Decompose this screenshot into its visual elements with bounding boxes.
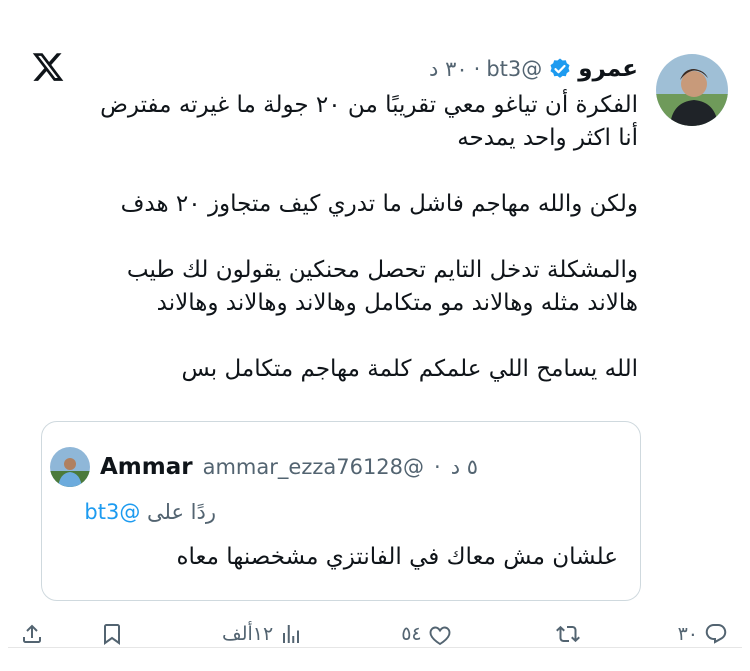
bookmark-icon [104,624,121,645]
secondary-actions [20,622,124,646]
tweet-text-line: الله يسامح اللي علمكم كلمة مهاجم متكامل … [181,356,638,382]
reply-count: ٣٠ [677,623,698,645]
tweet-text-line: هالاند مثله وهالاند مو متكامل وهالاند وه… [156,290,638,316]
share-icon [23,624,42,643]
views-icon [283,625,300,643]
quoted-separator-dot: · [434,455,441,479]
quoted-header: Ammar @ammar_ezza76128 · ٥ د [50,446,478,488]
quoted-text: علشان مش معاك في الفانتزي مشخصنها معاه [176,544,618,570]
author-avatar[interactable] [656,54,728,126]
bookmark-button[interactable] [100,622,124,646]
card-divider [8,647,742,648]
tweet-card[interactable]: عمرو @bt3 · ٣٠ د الفكرة أن تياغو معي تقر… [8,14,742,654]
tweet-header: عمرو @bt3 · ٣٠ د [429,54,638,84]
tweet-actions: ٣٠ ٥٤ ١٢ألف [20,614,728,654]
tweet-text-blank [38,320,638,353]
like-count: ٥٤ [401,623,422,645]
tweet-text-line: والمشكلة تدخل التايم تحصل محنكين يقولون … [126,257,638,283]
views-count: ١٢ألف [222,623,274,645]
like-button[interactable]: ٥٤ [401,622,451,646]
views-button[interactable]: ١٢ألف [222,622,303,646]
repost-button[interactable] [550,622,580,646]
reply-icon [705,624,727,644]
reply-button[interactable]: ٣٠ [678,622,728,646]
quoted-tweet[interactable]: Ammar @ammar_ezza76128 · ٥ د ردًا على @b… [41,421,641,601]
reply-prefix: ردًا على [147,500,216,524]
tweet-text-line: أنا اكثر واحد يمدحه [457,125,638,151]
quoted-time: ٥ د [450,455,479,479]
quoted-author-name: Ammar [100,454,193,480]
x-logo-icon[interactable] [30,50,66,84]
quoted-author-handle: @ammar_ezza76128 [202,455,425,479]
reply-mention-link[interactable]: @bt3 [84,500,140,524]
separator-dot: · [473,57,481,81]
author-name[interactable]: عمرو [578,56,638,82]
tweet-text-blank [38,155,638,188]
repost-icon [555,625,580,643]
quoted-reply-context: ردًا على @bt3 [84,500,216,524]
verified-badge-icon [550,58,570,78]
tweet-text-blank [38,221,638,254]
heart-icon [429,626,451,646]
tweet-time[interactable]: ٣٠ د [429,57,468,81]
tweet-text: الفكرة أن تياغو معي تقريبًا من ٢٠ جولة م… [38,89,638,386]
quoted-avatar [50,447,90,487]
tweet-text-line: ولكن والله مهاجم فاشل ما تدري كيف متجاوز… [120,191,638,217]
author-handle[interactable]: @bt3 [486,57,542,81]
share-button[interactable] [20,622,44,646]
tweet-text-line: الفكرة أن تياغو معي تقريبًا من ٢٠ جولة م… [100,92,638,118]
